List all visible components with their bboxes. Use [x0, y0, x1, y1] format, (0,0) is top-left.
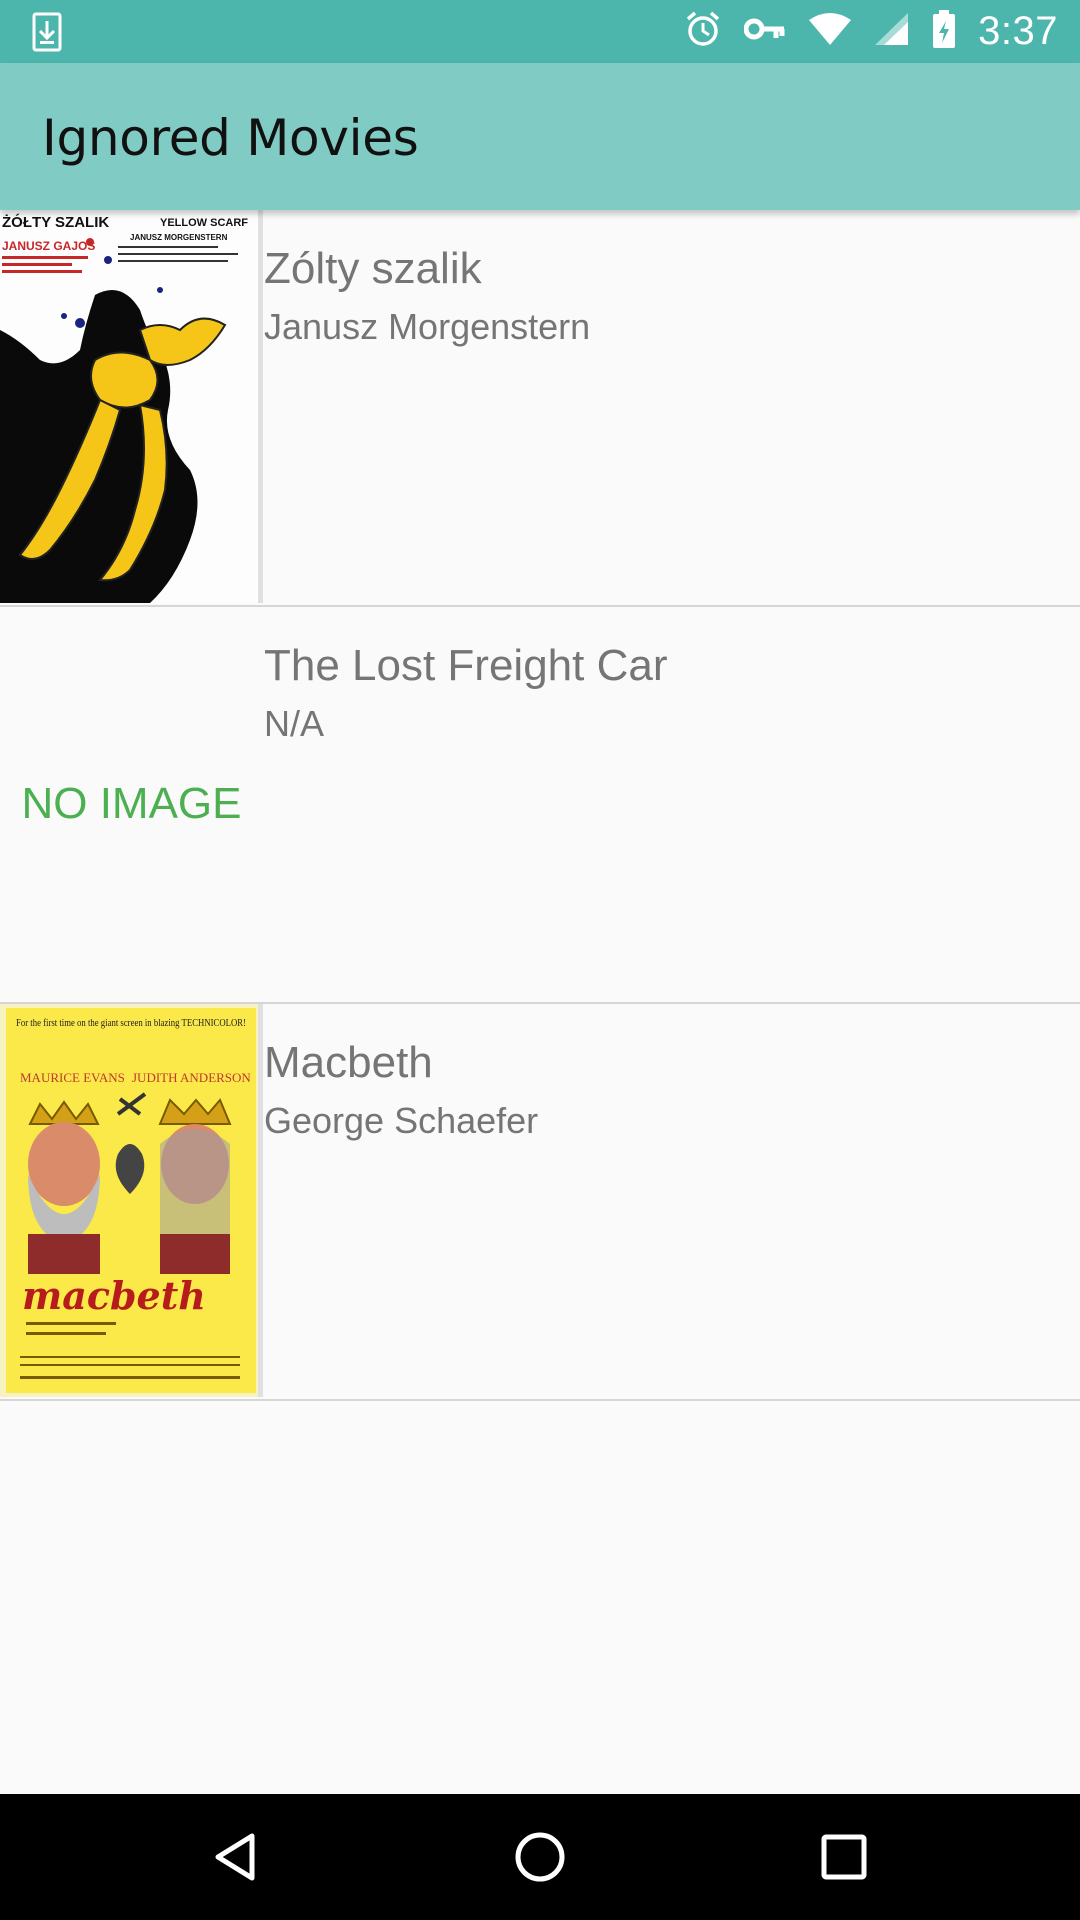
- poster-text: JANUSZ GAJOS: [2, 239, 95, 253]
- poster-text: JANUSZ MORGENSTERN: [130, 233, 228, 242]
- app-bar: Ignored Movies: [0, 63, 1080, 210]
- movie-director: N/A: [264, 703, 325, 744]
- movie-title: The Lost Freight Car: [264, 641, 668, 690]
- poster-text: ŻÓŁTY SZALIK: [2, 213, 109, 231]
- movie-director: George Schaefer: [264, 1100, 539, 1141]
- status-bar: 3:37: [0, 0, 1080, 63]
- movie-poster: ŻÓŁTY SZALIK YELLOW SCARF JANUSZ MORGENS…: [0, 210, 263, 603]
- download-icon: [32, 12, 62, 57]
- wifi-icon: [808, 12, 852, 51]
- poster-text: JUDITH ANDERSON: [132, 1070, 251, 1085]
- navigation-bar: [0, 1794, 1080, 1920]
- battery-icon: [932, 9, 956, 54]
- poster-text: For the first time on the giant screen i…: [16, 1017, 246, 1029]
- no-image-label: NO IMAGE: [21, 778, 242, 828]
- key-icon: [743, 16, 786, 47]
- recents-icon[interactable]: [774, 1794, 914, 1920]
- signal-icon: [874, 12, 910, 51]
- list-item[interactable]: ŻÓŁTY SZALIK YELLOW SCARF JANUSZ MORGENS…: [0, 210, 1080, 607]
- movie-list[interactable]: ŻÓŁTY SZALIK YELLOW SCARF JANUSZ MORGENS…: [0, 210, 1080, 1401]
- poster-text: YELLOW SCARF: [160, 217, 248, 229]
- home-icon[interactable]: [470, 1794, 610, 1920]
- poster-text: MAURICE EVANS: [20, 1070, 125, 1085]
- back-icon[interactable]: [166, 1794, 306, 1920]
- movie-poster: For the first time on the giant screen i…: [0, 1004, 263, 1397]
- list-item[interactable]: NO IMAGE The Lost Freight Car N/A: [0, 607, 1080, 1004]
- list-item[interactable]: For the first time on the giant screen i…: [0, 1004, 1080, 1401]
- page-title: Ignored Movies: [42, 109, 419, 167]
- poster-text: macbeth: [22, 1273, 206, 1318]
- movie-director: Janusz Morgenstern: [264, 306, 591, 347]
- status-time: 3:37: [978, 9, 1058, 53]
- movie-title: Macbeth: [264, 1038, 433, 1087]
- movie-title: Zólty szalik: [264, 244, 482, 293]
- alarm-icon: [684, 10, 722, 53]
